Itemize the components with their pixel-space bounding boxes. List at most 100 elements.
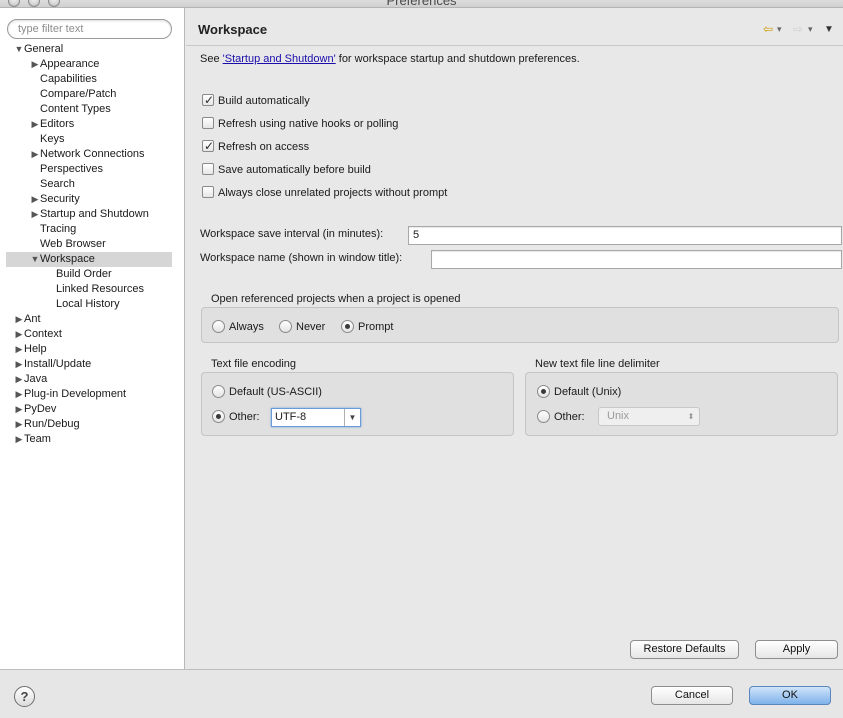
delimiter-default-dot[interactable] — [537, 385, 550, 398]
tree-item-startup-and-shutdown[interactable]: ▶ Startup and Shutdown — [0, 207, 185, 222]
tree-item-java[interactable]: ▶ Java — [0, 372, 185, 387]
forward-history-dropdown-icon[interactable]: ▾ — [808, 24, 813, 35]
tree-item-label: Search — [40, 178, 75, 190]
chevron-down-icon[interactable]: ▼ — [344, 409, 360, 426]
expanded-triangle-icon[interactable]: ▼ — [14, 42, 24, 57]
restore-defaults-button[interactable]: Restore Defaults — [630, 640, 739, 659]
tree-item-capabilities[interactable]: Capabilities — [0, 72, 185, 87]
checkbox-label: Build automatically — [218, 95, 310, 107]
radio-never-dot[interactable] — [279, 320, 292, 333]
workspace-name-label: Workspace name (shown in window title): — [200, 252, 403, 264]
collapsed-triangle-icon[interactable]: ▶ — [14, 387, 24, 402]
tree-item-label: Tracing — [40, 223, 77, 235]
tree-item-label: Help — [24, 343, 47, 355]
tree-item-plug-in-development[interactable]: ▶ Plug-in Development — [0, 387, 185, 402]
tree-item-label: Workspace — [40, 253, 95, 265]
delimiter-select-value: Unix — [607, 410, 630, 422]
checkbox-box[interactable] — [202, 117, 214, 129]
checkbox-label: Refresh on access — [218, 141, 310, 153]
collapsed-triangle-icon[interactable]: ▶ — [14, 357, 24, 372]
encoding-select[interactable]: UTF-8 ▼ — [271, 408, 361, 427]
updown-chevron-icon[interactable]: ⬍ — [683, 408, 699, 425]
checkbox-box[interactable] — [202, 186, 214, 198]
collapsed-triangle-icon[interactable]: ▶ — [30, 207, 40, 222]
tree-item-label: Editors — [40, 118, 75, 130]
tree-item-pydev[interactable]: ▶ PyDev — [0, 402, 185, 417]
tree-item-search[interactable]: Search — [0, 177, 185, 192]
collapsed-triangle-icon[interactable]: ▶ — [14, 402, 24, 417]
tree-item-label: General — [24, 43, 64, 55]
tree-item-label: Network Connections — [40, 148, 145, 160]
tree-item-tracing[interactable]: Tracing — [0, 222, 185, 237]
tree-item-editors[interactable]: ▶ Editors — [0, 117, 185, 132]
tree-item-web-browser[interactable]: Web Browser — [0, 237, 185, 252]
tree-item-install-update[interactable]: ▶ Install/Update — [0, 357, 185, 372]
tree-item-label: Ant — [24, 313, 41, 325]
save-interval-input[interactable]: 5 — [408, 226, 842, 245]
checkbox-box[interactable]: ✓ — [202, 93, 214, 107]
collapsed-triangle-icon[interactable]: ▶ — [14, 372, 24, 387]
ok-button[interactable]: OK — [749, 686, 831, 705]
forward-arrow-icon[interactable]: ⇨ — [793, 22, 803, 36]
tree-item-perspectives[interactable]: Perspectives — [0, 162, 185, 177]
checkbox-box[interactable]: ✓ — [202, 139, 215, 153]
page-description: See 'Startup and Shutdown' for workspace… — [200, 53, 580, 65]
workspace-name-input[interactable] — [431, 250, 842, 269]
delimiter-other-dot[interactable] — [537, 410, 550, 423]
collapsed-triangle-icon[interactable]: ▶ — [30, 147, 40, 162]
collapsed-triangle-icon[interactable]: ▶ — [14, 342, 24, 357]
tree-item-label: Web Browser — [40, 238, 106, 250]
checkbox-label: Always close unrelated projects without … — [218, 187, 448, 199]
tree-item-label: Perspectives — [40, 163, 103, 175]
collapsed-triangle-icon[interactable]: ▶ — [30, 192, 40, 207]
apply-button[interactable]: Apply — [755, 640, 838, 659]
tree-item-label: Context — [24, 328, 62, 340]
collapsed-triangle-icon[interactable]: ▶ — [30, 117, 40, 132]
tree-item-label: Linked Resources — [56, 283, 145, 295]
tree-item-help[interactable]: ▶ Help — [0, 342, 185, 357]
tree-item-security[interactable]: ▶ Security — [0, 192, 185, 207]
radio-always-dot[interactable] — [212, 320, 225, 333]
tree-item-team[interactable]: ▶ Team — [0, 432, 185, 447]
tree-item-workspace[interactable]: ▼ Workspace — [6, 252, 172, 267]
view-menu-icon[interactable]: ▼ — [824, 24, 834, 35]
tree-item-context[interactable]: ▶ Context — [0, 327, 185, 342]
encoding-other-dot[interactable] — [212, 410, 225, 423]
help-icon[interactable]: ? — [14, 686, 35, 707]
collapsed-triangle-icon[interactable]: ▶ — [14, 417, 24, 432]
filter-input[interactable] — [7, 19, 172, 39]
tree-item-appearance[interactable]: ▶ Appearance — [0, 57, 185, 72]
delimiter-select[interactable]: Unix ⬍ — [598, 407, 700, 426]
collapsed-triangle-icon[interactable]: ▶ — [14, 312, 24, 327]
tree-item-compare-patch[interactable]: Compare/Patch — [0, 87, 185, 102]
collapsed-triangle-icon[interactable]: ▶ — [14, 327, 24, 342]
tree-item-linked-resources[interactable]: Linked Resources — [0, 282, 185, 297]
tree-item-run-debug[interactable]: ▶ Run/Debug — [0, 417, 185, 432]
tree-item-general[interactable]: ▼ General — [0, 42, 185, 57]
checkbox-box[interactable] — [202, 163, 214, 175]
delimiter-group: Default (Unix) Other: Unix ⬍ — [525, 372, 838, 436]
checkmark-icon: ✓ — [204, 139, 215, 153]
radio-prompt-dot[interactable] — [341, 320, 354, 333]
startup-shutdown-link[interactable]: 'Startup and Shutdown' — [223, 53, 336, 65]
tree-item-build-order[interactable]: Build Order — [0, 267, 185, 282]
back-history-dropdown-icon[interactable]: ▾ — [777, 24, 782, 35]
encoding-default-dot[interactable] — [212, 385, 225, 398]
tree-item-keys[interactable]: Keys — [0, 132, 185, 147]
tree-item-label: Java — [24, 373, 48, 385]
encoding-group: Default (US-ASCII) Other: UTF-8 ▼ — [201, 372, 514, 436]
tree-item-local-history[interactable]: Local History — [0, 297, 185, 312]
page-title: Workspace — [198, 22, 268, 37]
title-bar: Preferences — [0, 0, 843, 8]
tree-item-label: Security — [40, 193, 80, 205]
tree-item-network-connections[interactable]: ▶ Network Connections — [0, 147, 185, 162]
collapsed-triangle-icon[interactable]: ▶ — [30, 57, 40, 72]
tree-item-label: Compare/Patch — [40, 88, 117, 100]
expanded-triangle-icon[interactable]: ▼ — [30, 252, 40, 267]
collapsed-triangle-icon[interactable]: ▶ — [14, 432, 24, 447]
tree-item-ant[interactable]: ▶ Ant — [0, 312, 185, 327]
tree-item-label: Content Types — [40, 103, 111, 115]
tree-item-content-types[interactable]: Content Types — [0, 102, 185, 117]
cancel-button[interactable]: Cancel — [651, 686, 733, 705]
back-arrow-icon[interactable]: ⇦ — [763, 22, 773, 36]
